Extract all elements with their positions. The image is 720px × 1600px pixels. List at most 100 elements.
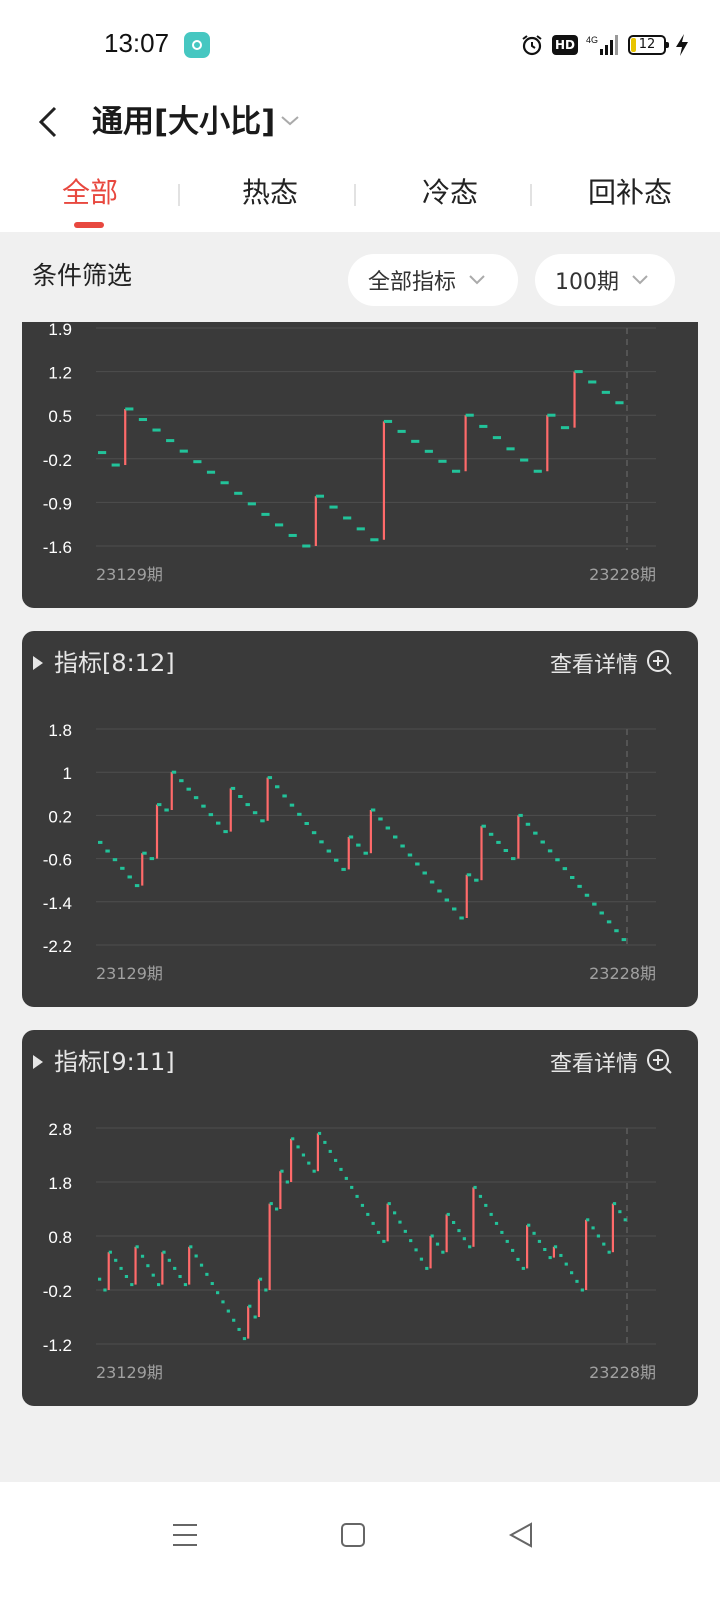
fall-step — [437, 889, 442, 893]
y-tick-label: -2.2 — [43, 937, 72, 956]
fall-step — [312, 1169, 316, 1173]
fall-step — [393, 1211, 397, 1215]
fall-step — [171, 770, 177, 774]
tab-label: 回补态 — [587, 176, 672, 209]
fall-step — [269, 1202, 273, 1206]
fall-step — [247, 502, 256, 506]
tab-divider — [530, 184, 532, 206]
fall-step — [527, 1223, 531, 1227]
indicator-filter-dropdown[interactable]: 全部指标 — [348, 254, 518, 306]
tab-cold[interactable]: 冷态 — [360, 166, 540, 232]
chevron-down-icon[interactable] — [278, 108, 302, 132]
fall-step — [553, 1245, 558, 1249]
fall-step — [220, 481, 229, 485]
fall-step — [289, 803, 295, 807]
fall-step — [267, 776, 273, 780]
fall-step — [414, 1248, 418, 1252]
fall-step — [140, 1254, 145, 1258]
fall-step — [275, 785, 280, 789]
fall-step — [356, 843, 361, 847]
tab-label: 全部 — [61, 176, 118, 209]
fall-step — [370, 538, 379, 542]
fall-step — [511, 857, 516, 861]
fall-step — [606, 920, 612, 924]
back-nav-button[interactable] — [496, 1510, 546, 1560]
fall-step — [216, 821, 221, 825]
indicator-card: 1.9 1.2 0.5 -0.2 -0.9 -1.6 23129期 23228期 — [22, 322, 698, 608]
fall-step — [577, 884, 582, 888]
fall-step — [500, 1230, 504, 1234]
y-tick-label: -0.2 — [43, 451, 72, 470]
fall-step — [621, 938, 627, 942]
network-type-label: 4G — [586, 35, 598, 45]
tab-all[interactable]: 全部 — [0, 166, 180, 232]
period-filter-dropdown[interactable]: 100期 — [535, 254, 675, 306]
fall-step — [226, 1309, 230, 1313]
fall-step — [548, 1256, 552, 1260]
fall-step — [319, 840, 324, 844]
fall-step — [559, 1253, 563, 1257]
fall-step — [525, 822, 531, 826]
fall-step — [424, 449, 433, 453]
fall-step — [444, 898, 450, 902]
fall-step — [385, 826, 391, 830]
filter-row: 条件筛选 全部指标 100期 — [0, 232, 720, 324]
fall-step — [237, 1327, 241, 1331]
fall-step — [326, 849, 332, 853]
fall-step — [505, 1239, 509, 1243]
fall-step — [533, 831, 538, 835]
fall-step — [607, 1250, 611, 1254]
fall-step — [302, 544, 311, 548]
y-tick-label: -1.2 — [43, 1336, 72, 1355]
back-arrow-icon — [38, 106, 57, 138]
x-end-label: 23228期 — [589, 565, 656, 584]
fall-step — [615, 401, 624, 405]
fall-step — [317, 1131, 322, 1135]
system-nav-bar — [0, 1482, 720, 1600]
fall-step — [149, 857, 155, 861]
fall-step — [516, 1257, 520, 1261]
fall-step — [124, 1275, 129, 1278]
hd-icon: HD — [551, 35, 578, 55]
fall-step — [307, 1161, 311, 1165]
fall-step — [103, 1288, 107, 1292]
x-start-label: 23129期 — [96, 964, 163, 983]
menu-button[interactable] — [160, 1510, 210, 1560]
fall-step — [275, 1207, 279, 1211]
alarm-icon — [522, 35, 542, 56]
fall-step — [400, 844, 405, 848]
fall-step — [216, 1291, 220, 1295]
fall-step — [199, 1263, 204, 1267]
charging-icon — [676, 34, 688, 56]
fall-step — [98, 451, 107, 455]
home-button[interactable] — [328, 1510, 378, 1560]
fall-step — [452, 907, 457, 911]
back-button[interactable] — [28, 94, 68, 150]
fall-step — [206, 470, 216, 474]
fall-step — [494, 1221, 499, 1225]
fall-step — [285, 1180, 289, 1184]
fall-step — [253, 1315, 257, 1319]
status-bar: 13:07 HD 4G 12 — [0, 0, 720, 80]
fall-step — [360, 1203, 365, 1207]
fall-step — [492, 436, 502, 440]
fall-step — [334, 1158, 338, 1162]
fall-step — [356, 527, 365, 531]
fall-step — [282, 794, 287, 798]
tab-hot[interactable]: 热态 — [180, 166, 360, 232]
fall-step — [108, 1250, 112, 1254]
fall-step — [425, 1266, 429, 1270]
fall-step — [98, 840, 103, 844]
fall-step — [429, 880, 435, 884]
fall-step — [584, 893, 590, 897]
tab-rebound[interactable]: 回补态 — [540, 166, 720, 232]
fall-step — [612, 1202, 617, 1206]
fall-step — [223, 830, 228, 834]
fall-step — [311, 831, 317, 835]
tab-divider — [354, 184, 356, 206]
fall-step — [301, 1153, 306, 1157]
fall-step — [162, 1250, 166, 1254]
fall-step — [570, 876, 575, 879]
fall-step — [465, 413, 474, 417]
page-title: 通用[大小比] — [92, 104, 276, 140]
